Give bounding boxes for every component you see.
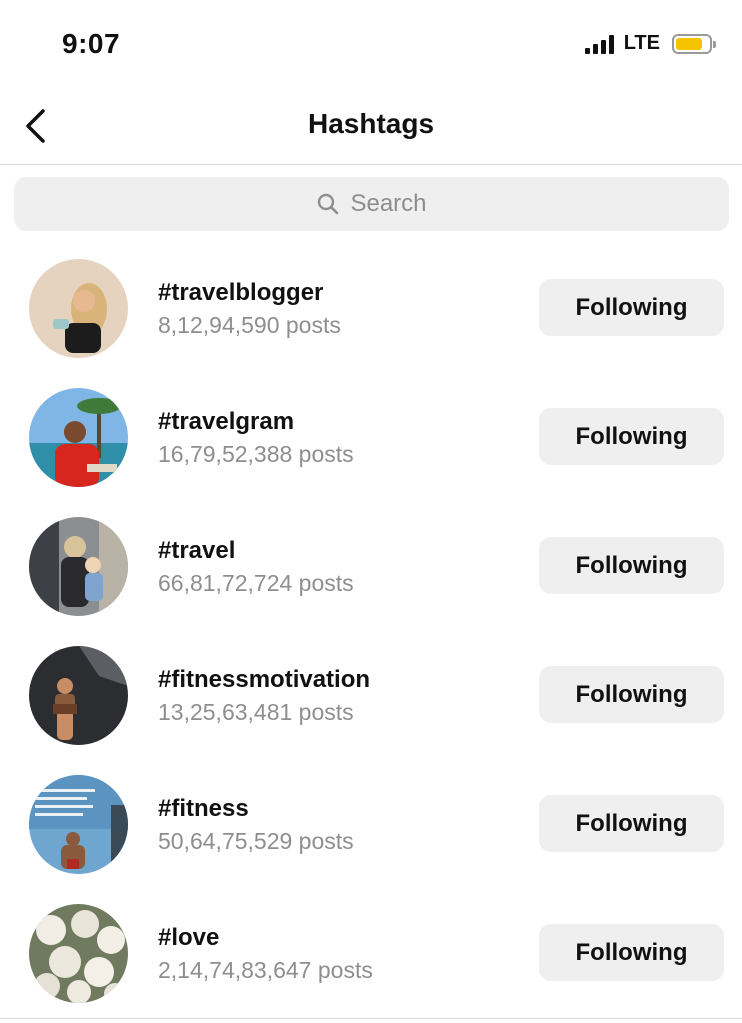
following-button[interactable]: Following xyxy=(539,666,724,723)
hashtag-row[interactable]: #love 2,14,74,83,647 posts Following xyxy=(0,885,742,1014)
hashtag-post-count: 66,81,72,724 posts xyxy=(158,570,354,596)
hashtag-avatar[interactable] xyxy=(29,388,128,487)
status-bar: 9:07 LTE xyxy=(0,0,742,88)
hashtag-post-count: 13,25,63,481 posts xyxy=(158,699,354,725)
bottom-divider xyxy=(0,1018,742,1019)
hashtag-name[interactable]: #love xyxy=(158,924,219,952)
page-title: Hashtags xyxy=(307,108,435,139)
following-button[interactable]: Following xyxy=(539,795,724,852)
following-button[interactable]: Following xyxy=(539,279,724,336)
hashtag-row[interactable]: #travelgram 16,79,52,388 posts Following xyxy=(0,369,742,498)
status-time: 9:07 xyxy=(62,28,121,59)
hashtag-name[interactable]: #travelgram xyxy=(158,408,294,436)
hashtag-name[interactable]: #travelblogger xyxy=(158,279,323,307)
search-placeholder: Search xyxy=(350,190,427,217)
hashtag-avatar[interactable] xyxy=(29,646,128,745)
hashtag-post-count: 8,12,94,590 posts xyxy=(158,312,341,338)
hashtag-row[interactable]: #travelblogger 8,12,94,590 posts Followi… xyxy=(0,240,742,369)
following-button[interactable]: Following xyxy=(539,537,724,594)
hashtag-avatar[interactable] xyxy=(29,517,128,616)
hashtag-name[interactable]: #fitness xyxy=(158,795,249,823)
hashtag-name[interactable]: #travel xyxy=(158,537,235,565)
hashtag-row[interactable]: #travel 66,81,72,724 posts Following xyxy=(0,498,742,627)
search-input[interactable]: Search xyxy=(14,177,729,231)
hashtag-post-count: 50,64,75,529 posts xyxy=(158,828,354,854)
hashtag-avatar[interactable] xyxy=(29,904,128,1003)
hashtag-name[interactable]: #fitnessmotivation xyxy=(158,666,370,694)
search-icon xyxy=(318,193,339,215)
battery-icon xyxy=(672,33,716,54)
hashtag-row[interactable]: #fitnessmotivation 13,25,63,481 posts Fo… xyxy=(0,627,742,756)
hashtag-post-count: 16,79,52,388 posts xyxy=(158,441,354,467)
hashtag-post-count: 2,14,74,83,647 posts xyxy=(158,957,373,983)
hashtag-list: #travelblogger 8,12,94,590 posts Followi… xyxy=(0,240,742,1014)
following-button[interactable]: Following xyxy=(539,408,724,465)
hashtag-avatar[interactable] xyxy=(29,259,128,358)
cellular-signal-icon xyxy=(584,34,614,54)
navigation-bar: Hashtags xyxy=(0,88,742,165)
network-type-label: LTE xyxy=(623,32,660,54)
hashtag-avatar[interactable] xyxy=(29,775,128,874)
status-indicators: LTE xyxy=(584,32,716,55)
hashtag-row[interactable]: #fitness 50,64,75,529 posts Following xyxy=(0,756,742,885)
following-button[interactable]: Following xyxy=(539,924,724,981)
